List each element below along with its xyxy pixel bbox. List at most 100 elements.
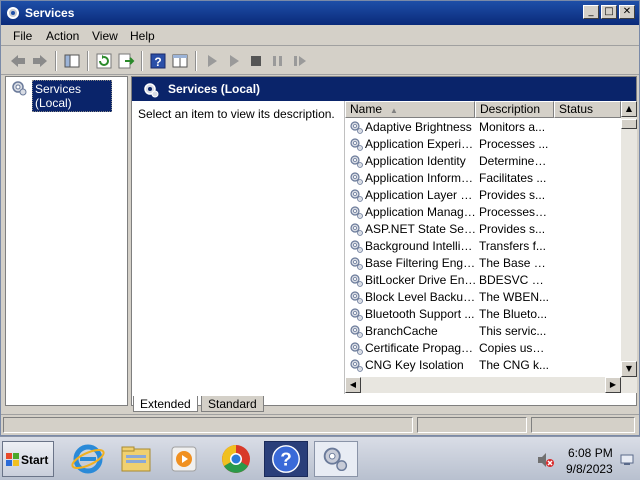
table-row[interactable]: Application Experie... Processes ... <box>345 136 621 153</box>
pause-service-icon[interactable] <box>269 52 287 70</box>
service-name: Application Experie... <box>365 137 477 151</box>
clock-time[interactable]: 6:08 PM <box>568 446 613 460</box>
scroll-left-button[interactable]: ◀ <box>345 377 361 393</box>
table-row[interactable]: Block Level Backup ... The WBEN... <box>345 289 621 306</box>
service-description: Copies use... <box>479 341 549 355</box>
service-name: Application Informa... <box>365 171 477 185</box>
windows-logo-icon <box>6 453 19 466</box>
system-tray: 6:08 PM 9/8/2023 <box>528 440 638 478</box>
maximize-button[interactable]: □ <box>601 5 617 19</box>
forward-arrow-icon[interactable] <box>31 52 49 70</box>
menu-file[interactable]: File <box>13 29 32 43</box>
status-pane <box>417 417 527 433</box>
service-description: This servic... <box>479 324 547 338</box>
tab-standard[interactable]: Standard <box>201 396 264 412</box>
service-name: Block Level Backup ... <box>365 290 477 304</box>
service-description: Facilitates ... <box>479 171 547 185</box>
help-icon[interactable]: ? <box>149 52 167 70</box>
tree-item-label: Services (Local) <box>32 80 112 112</box>
service-description: The CNG k... <box>479 358 549 372</box>
refresh-icon[interactable] <box>95 52 113 70</box>
toolbar-separator <box>87 51 89 71</box>
column-header-description[interactable]: Description <box>475 101 554 118</box>
table-row[interactable]: Base Filtering Engine The Base F... <box>345 255 621 272</box>
svg-text:?: ? <box>280 450 292 471</box>
table-row[interactable]: Application Identity Determines... <box>345 153 621 170</box>
chrome-icon[interactable] <box>214 441 258 477</box>
show-desktop-icon[interactable] <box>620 454 634 466</box>
service-description: The WBEN... <box>479 290 549 304</box>
service-name: Background Intellig... <box>365 239 477 253</box>
scroll-right-button[interactable]: ▶ <box>605 377 621 393</box>
internet-explorer-icon[interactable] <box>66 441 110 477</box>
service-gear-icon <box>350 325 363 338</box>
column-header-name[interactable]: Name ▲ <box>345 101 475 118</box>
service-name: CNG Key Isolation <box>365 358 464 372</box>
title-bar[interactable]: Services _ □ ✕ <box>1 1 639 25</box>
menu-action[interactable]: Action <box>46 29 79 43</box>
service-name: Adaptive Brightness <box>365 120 472 134</box>
properties-icon[interactable] <box>171 52 189 70</box>
table-row[interactable]: ASP.NET State Ser... Provides s... <box>345 221 621 238</box>
service-gear-icon <box>350 342 363 355</box>
table-row[interactable]: Application Manage... Processes i... <box>345 204 621 221</box>
status-pane <box>531 417 635 433</box>
services-taskbar-icon[interactable] <box>314 441 358 477</box>
export-list-icon[interactable] <box>117 52 135 70</box>
menu-help[interactable]: Help <box>130 29 155 43</box>
column-header-status[interactable]: Status <box>554 101 621 118</box>
rows-container: Adaptive Brightness Monitors a... Applicat… <box>345 119 621 377</box>
scroll-down-button[interactable]: ▼ <box>621 361 637 377</box>
table-row[interactable]: Certificate Propaga... Copies use... <box>345 340 621 357</box>
restart-service-icon[interactable] <box>291 52 309 70</box>
service-description: Provides s... <box>479 222 546 236</box>
start-button[interactable]: Start <box>2 441 54 477</box>
minimize-button[interactable]: _ <box>583 5 599 19</box>
tab-extended[interactable]: Extended <box>133 396 198 412</box>
service-name: Base Filtering Engine <box>365 256 477 270</box>
service-gear-icon <box>350 291 363 304</box>
services-list[interactable]: Name ▲ Description Status Adaptive Bright… <box>344 101 637 394</box>
description-text: Select an item to view its description. <box>138 107 335 121</box>
table-row[interactable]: Background Intellig... Transfers f... <box>345 238 621 255</box>
back-arrow-icon[interactable] <box>9 52 27 70</box>
stop-service-icon[interactable] <box>247 52 265 70</box>
service-gear-icon <box>350 155 363 168</box>
scroll-up-button[interactable]: ▲ <box>621 101 637 117</box>
table-row[interactable]: BranchCache This servic... <box>345 323 621 340</box>
status-pane <box>3 417 413 433</box>
service-gear-icon <box>350 223 363 236</box>
svg-text:?: ? <box>154 55 161 69</box>
start-service-icon[interactable] <box>203 52 221 70</box>
table-row[interactable]: Adaptive Brightness Monitors a... <box>345 119 621 136</box>
windows-explorer-icon[interactable] <box>114 441 158 477</box>
vertical-scrollbar[interactable]: ▲ ▼ <box>621 101 637 377</box>
start-service-alt-icon[interactable] <box>225 52 243 70</box>
service-description: Transfers f... <box>479 239 546 253</box>
service-description: Determines... <box>479 154 549 168</box>
table-row[interactable]: Bluetooth Support ... The Blueto... <box>345 306 621 323</box>
service-gear-icon <box>350 274 363 287</box>
service-name: Application Layer G... <box>365 188 477 202</box>
table-row[interactable]: BitLocker Drive Enc... BDESVC ho... <box>345 272 621 289</box>
help-and-support-icon[interactable]: ? <box>264 441 308 477</box>
services-window: Services _ □ ✕ File Action View Help ? S… <box>0 0 640 436</box>
scroll-thumb[interactable] <box>621 119 637 129</box>
media-player-icon[interactable] <box>162 441 206 477</box>
menu-view[interactable]: View <box>92 29 118 43</box>
service-gear-icon <box>350 308 363 321</box>
tree-item-services-local[interactable]: Services (Local) <box>8 79 112 112</box>
table-row[interactable]: Application Layer G... Provides s... <box>345 187 621 204</box>
horizontal-scrollbar[interactable]: ◀ ▶ <box>345 377 637 393</box>
services-panel: Services (Local) Select an item to view … <box>131 76 637 406</box>
show-hide-console-tree-icon[interactable] <box>63 52 81 70</box>
table-row[interactable]: CNG Key Isolation The CNG k... <box>345 357 621 374</box>
network-error-icon[interactable] <box>536 452 554 468</box>
panel-title: Services (Local) <box>168 82 261 96</box>
close-button[interactable]: ✕ <box>619 5 635 19</box>
services-gear-icon <box>12 81 27 96</box>
service-name: Application Identity <box>365 154 466 168</box>
clock-date[interactable]: 9/8/2023 <box>566 462 613 476</box>
table-row[interactable]: Application Informa... Facilitates ... <box>345 170 621 187</box>
status-bar <box>1 414 639 434</box>
